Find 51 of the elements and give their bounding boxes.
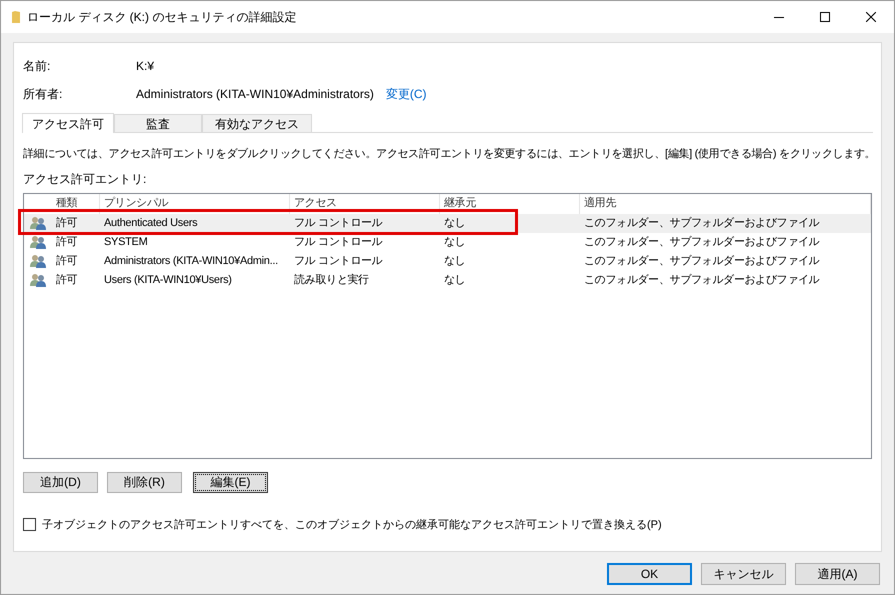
tab[interactable]: 監査	[114, 114, 202, 132]
users-icon	[30, 254, 46, 268]
table-cell-text: このフォルダー、サブフォルダーおよびファイル	[583, 234, 820, 250]
users-icon	[30, 235, 46, 249]
table-cell-text: フル コントロール	[293, 234, 384, 250]
table-cell-text: なし	[443, 254, 466, 269]
close-icon	[866, 12, 876, 22]
users-icon	[30, 216, 46, 230]
checkbox-label: 子オブジェクトのアクセス許可エントリすべてを、このオブジェクトからの継承可能なアクセス許可エントリで置き換える(P)	[42, 518, 662, 532]
table-cell-text: なし	[443, 216, 466, 231]
table-cell-text: フル コントロール	[293, 216, 384, 231]
table-cell-text: このフォルダー、サブフォルダーおよびファイル	[583, 272, 820, 288]
tab[interactable]: 有効なアクセス	[202, 114, 312, 132]
table-cell-text: このフォルダー、サブフォルダーおよびファイル	[583, 216, 820, 231]
maximize-icon	[820, 12, 830, 22]
entries-label: アクセス許可エントリ:	[23, 170, 148, 188]
dialog-button[interactable]: キャンセル	[701, 563, 786, 585]
field-label: 名前:	[23, 58, 52, 75]
table-cell-text: 許可	[55, 216, 78, 231]
table-cell-text: 許可	[55, 254, 78, 269]
checkbox[interactable]	[23, 518, 36, 532]
permission-entry-row[interactable]: 許可 Administrators (KITA-WIN10¥Admin... フル コントロール なし このフォルダー、サブフォルダーおよびファイル	[24, 252, 871, 270]
field-value: Administrators (KITA-WIN10¥Administrators)	[136, 86, 374, 103]
table-cell-text: Authenticated Users	[103, 216, 198, 231]
change-owner-link[interactable]: 変更(C)	[386, 85, 426, 103]
dialog-button[interactable]: 適用(A)	[795, 563, 880, 585]
permission-entry-row[interactable]: 許可 SYSTEM フル コントロール なし このフォルダー、サブフォルダーおよびファイル	[24, 232, 871, 252]
minimize-icon	[774, 16, 784, 18]
field-value: K:¥	[136, 58, 154, 75]
table-cell-text: なし	[443, 272, 466, 288]
table-cell-text: なし	[443, 234, 466, 250]
table-cell-text: Administrators (KITA-WIN10¥Admin...	[103, 254, 279, 269]
table-cell-text: このフォルダー、サブフォルダーおよびファイル	[583, 254, 820, 269]
table-cell-text: 読み取りと実行	[293, 272, 370, 288]
table-cell-text: 許可	[55, 234, 78, 250]
permission-entry-row[interactable]: 許可 Users (KITA-WIN10¥Users) 読み取りと実行 なし このフォルダー、サブフォルダーおよびファイル	[24, 270, 871, 290]
table-cell-text: SYSTEM	[103, 234, 148, 250]
entry-button[interactable]: 編集(E)	[193, 472, 268, 492]
tab[interactable]: アクセス許可	[22, 113, 114, 133]
window-title: ローカル ディスク (K:) のセキュリティの詳細設定	[27, 9, 296, 26]
permission-entry-row[interactable]: 許可 Authenticated Users フル コントロール なし このフォルダー、サブフォルダーおよびファイル	[24, 214, 871, 232]
users-icon	[30, 273, 46, 287]
table-cell-text: Users (KITA-WIN10¥Users)	[103, 272, 233, 288]
instructions-text: 詳細については、アクセス許可エントリをダブルクリックしてください。アクセス許可エントリを変更するには、エントリを選択し、[編集] (使用できる場合) をクリックします。	[23, 146, 872, 162]
field-label: 所有者:	[23, 86, 64, 103]
entry-button[interactable]: 削除(R)	[107, 472, 182, 492]
table-cell-text: フル コントロール	[293, 254, 384, 269]
folder-icon	[12, 11, 20, 23]
dialog-button[interactable]: OK	[607, 563, 692, 585]
entry-button[interactable]: 追加(D)	[23, 472, 98, 492]
table-cell-text: 許可	[55, 272, 78, 288]
